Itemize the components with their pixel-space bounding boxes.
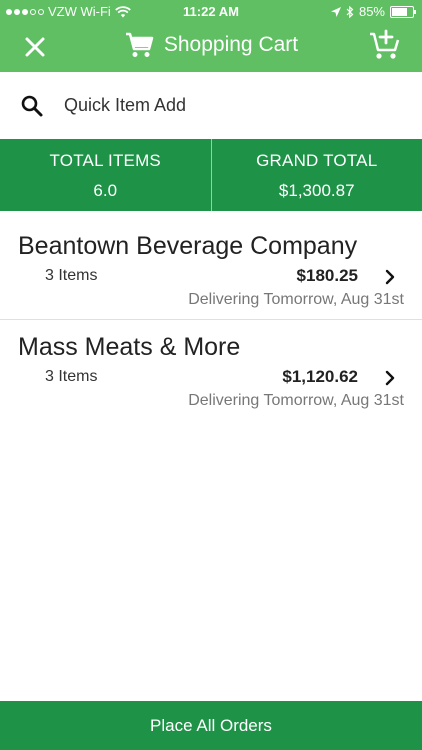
cart-summary: TOTAL ITEMS 6.0 GRAND TOTAL $1,300.87 [0, 139, 422, 211]
vendor-delivery-date: Delivering Tomorrow, Aug 31st [188, 291, 404, 308]
grand-total-value: $1,300.87 [278, 181, 355, 200]
add-to-cart-icon [370, 29, 400, 59]
vendor-item-count: 3 Items [45, 368, 98, 385]
chevron-right-icon [385, 269, 395, 285]
chevron-right-icon [385, 370, 395, 386]
status-right-group: 85% [330, 4, 416, 19]
add-to-cart-button[interactable] [368, 28, 402, 62]
place-all-orders-button[interactable]: Place All Orders [0, 701, 422, 750]
vendor-row-beantown[interactable]: Beantown Beverage Company 3 Items $180.2… [0, 219, 422, 320]
battery-icon [390, 5, 416, 18]
vendor-row-mass-meats[interactable]: Mass Meats & More 3 Items $1,120.62 Deli… [0, 320, 422, 420]
total-items-label: TOTAL ITEMS [49, 151, 161, 170]
total-items-cell: TOTAL ITEMS 6.0 [0, 139, 211, 211]
vendor-name: Mass Meats & More [18, 333, 241, 361]
quick-add-bar [0, 72, 422, 139]
location-arrow-icon [330, 6, 341, 17]
vendor-total: $1,120.62 [282, 367, 358, 386]
vendor-item-count: 3 Items [45, 267, 98, 284]
bluetooth-icon [346, 5, 354, 18]
search-icon [21, 95, 43, 117]
grand-total-cell: GRAND TOTAL $1,300.87 [210, 139, 422, 211]
total-items-value: 6.0 [93, 181, 118, 200]
quick-item-add-input[interactable] [64, 90, 394, 120]
vendor-delivery-date: Delivering Tomorrow, Aug 31st [188, 392, 404, 409]
grand-total-label: GRAND TOTAL [256, 151, 378, 170]
status-bar: VZW Wi-Fi 11:22 AM 85% [0, 0, 422, 24]
vendor-total: $180.25 [296, 266, 358, 285]
page-title: Shopping Cart [163, 33, 299, 56]
title-bar: Shopping Cart [0, 24, 422, 72]
cart-icon [125, 32, 154, 57]
vendor-name: Beantown Beverage Company [18, 232, 358, 260]
app-header: VZW Wi-Fi 11:22 AM 85% Shopping Cart [0, 0, 422, 72]
battery-percent: 85% [358, 4, 385, 19]
battery-fill [392, 7, 408, 16]
title-group: Shopping Cart [0, 30, 422, 60]
